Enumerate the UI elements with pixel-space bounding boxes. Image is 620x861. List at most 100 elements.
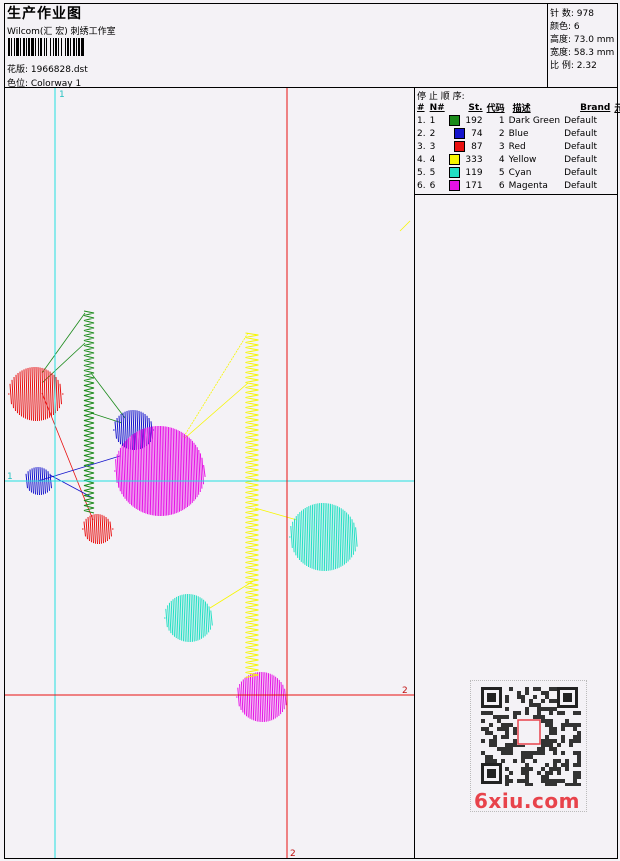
qr-module: [505, 743, 509, 747]
qr-module: [501, 735, 505, 739]
row-brand: Default: [564, 167, 597, 178]
qr-module: [565, 783, 569, 787]
qr-module: [553, 759, 557, 763]
qr-module: [553, 699, 557, 703]
qr-module: [481, 711, 485, 715]
qr-module: [577, 711, 581, 715]
cyan-h-axis-label: 1: [7, 472, 13, 482]
qr-module: [497, 719, 501, 723]
row-stitches: 74: [447, 127, 485, 140]
qr-module: [505, 695, 509, 699]
stat-stitches: 针 数: 978: [550, 9, 594, 19]
row-element: [612, 179, 620, 192]
qr-module: [561, 727, 565, 731]
qr-module: [513, 743, 517, 747]
qr-module: [573, 735, 577, 739]
cyan-circle-large: [289, 502, 358, 572]
qr-module: [509, 687, 513, 691]
qr-module: [545, 719, 549, 723]
design-canvas: 1 1 2 2: [5, 88, 414, 858]
qr-module: [505, 727, 509, 731]
row-brand: Default: [564, 128, 597, 139]
qr-module: [533, 695, 537, 699]
qr-module: [517, 695, 521, 699]
qr-module: [553, 779, 557, 783]
row-needle: 3: [429, 141, 436, 152]
qr-module: [573, 739, 577, 743]
qr-module: [573, 775, 577, 779]
qr-module: [521, 755, 525, 759]
qr-module: [525, 711, 529, 715]
qr-module: [549, 723, 553, 727]
table-bottom-divider: [414, 194, 618, 195]
qr-module: [561, 735, 565, 739]
qr-module: [545, 743, 549, 747]
qr-module: [557, 771, 561, 775]
yellow-jump-thread: [399, 220, 411, 232]
qr-module: [577, 731, 581, 735]
qr-module: [505, 751, 509, 755]
yellow-jump-thread: [184, 382, 249, 439]
qr-module: [569, 739, 573, 743]
qr-module: [525, 751, 529, 755]
qr-module: [485, 727, 489, 731]
qr-module: [533, 703, 537, 707]
qr-module: [545, 707, 549, 711]
qr-module: [553, 687, 557, 691]
qr-module: [505, 747, 509, 751]
row-stitches: 119: [447, 166, 485, 179]
watermark-logo: 6xiu.com: [474, 789, 580, 813]
cyan-v-axis-label: 1: [59, 90, 65, 100]
qr-module: [489, 711, 493, 715]
qr-module: [505, 767, 509, 771]
qr-module: [545, 695, 549, 699]
row-index: 4.: [417, 154, 426, 165]
row-brand: Default: [564, 115, 597, 126]
qr-module: [561, 739, 565, 743]
qr-module: [513, 739, 517, 743]
qr-module: [561, 779, 565, 783]
qr-module: [481, 739, 485, 743]
qr-module: [493, 759, 497, 763]
qr-module: [489, 739, 493, 743]
table-header-row: # N# St. 代码 描述 Brand 元素: [415, 101, 620, 115]
row-element: [612, 140, 620, 153]
cyan-circle-small: [164, 593, 213, 643]
qr-module: [549, 699, 553, 703]
col-header: #: [417, 102, 425, 113]
qr-module: [505, 735, 509, 739]
qr-module: [549, 779, 553, 783]
row-needle: 4: [429, 154, 436, 165]
qr-module: [553, 707, 557, 711]
qr-module: [557, 711, 561, 715]
qr-module: [493, 715, 497, 719]
qr-module: [513, 727, 517, 731]
qr-module: [549, 771, 553, 775]
yellow-jump-thread: [254, 507, 298, 521]
qr-module: [529, 751, 533, 755]
qr-module: [557, 759, 561, 763]
qr-module: [549, 739, 553, 743]
qr-module: [569, 723, 573, 727]
qr-module: [573, 763, 577, 767]
design-file-label: 花版: 1966828.dst: [7, 65, 88, 75]
qr-module: [529, 703, 533, 707]
qr-module: [537, 715, 541, 719]
qr-module: [549, 719, 553, 723]
col-header: 代码: [486, 104, 505, 114]
table-row: 3. 3 87 3 Red Default: [415, 140, 620, 153]
red-circle-small: [82, 514, 114, 544]
col-header: 元素: [614, 104, 620, 114]
qr-module: [481, 727, 485, 731]
row-description: Yellow: [508, 154, 537, 165]
qr-module: [481, 751, 485, 755]
qr-module: [485, 731, 489, 735]
barcode: [8, 38, 140, 56]
qr-module: [573, 779, 577, 783]
qr-module: [513, 759, 517, 763]
row-description: Dark Green: [508, 115, 561, 126]
qr-module: [533, 715, 537, 719]
row-element: [612, 153, 620, 166]
qr-module: [553, 751, 557, 755]
qr-module: [521, 779, 525, 783]
